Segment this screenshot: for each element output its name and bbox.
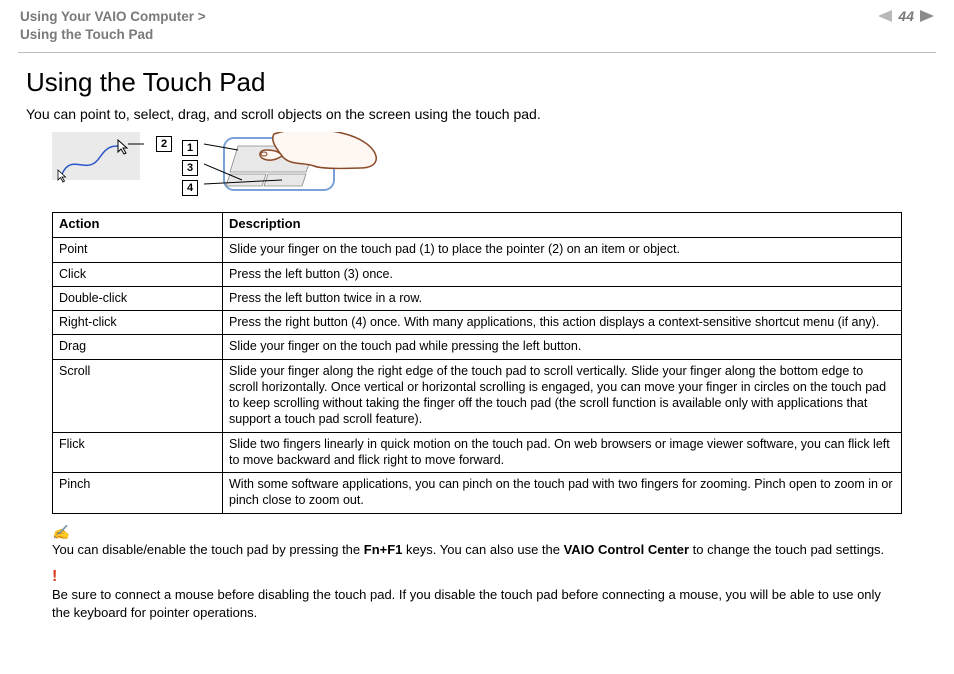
touchpad-svg [204, 132, 384, 204]
col-header-action: Action [53, 213, 223, 238]
note-text: You can disable/enable the touch pad by … [52, 541, 902, 559]
cell-action: Double-click [53, 286, 223, 310]
cell-action: Scroll [53, 359, 223, 432]
cell-action: Drag [53, 335, 223, 359]
note-icon: ✍ [52, 524, 902, 541]
next-page-icon[interactable] [920, 10, 934, 22]
touchpad-figure: 2 1 3 4 [52, 132, 936, 204]
note-keys: Fn+F1 [364, 542, 403, 557]
callout-4: 4 [182, 180, 198, 196]
cell-desc: Slide your finger on the touch pad (1) t… [223, 238, 902, 262]
callout-3: 3 [182, 160, 198, 176]
cell-desc: Press the left button twice in a row. [223, 286, 902, 310]
header-rule [18, 52, 936, 53]
table-row: Double-clickPress the left button twice … [53, 286, 902, 310]
cell-action: Click [53, 262, 223, 286]
table-row: Right-clickPress the right button (4) on… [53, 311, 902, 335]
callout-column: 1 3 4 [182, 140, 198, 196]
page-number: 44 [898, 8, 914, 24]
warning-icon: ! [52, 568, 902, 586]
cell-desc: Press the left button (3) once. [223, 262, 902, 286]
page-header: Using Your VAIO Computer > Using the Tou… [18, 8, 936, 50]
intro-text: You can point to, select, drag, and scro… [26, 106, 928, 122]
cell-action: Pinch [53, 473, 223, 514]
table-row: DragSlide your finger on the touch pad w… [53, 335, 902, 359]
cell-desc: Slide your finger on the touch pad while… [223, 335, 902, 359]
table-row: PointSlide your finger on the touch pad … [53, 238, 902, 262]
table-row: FlickSlide two fingers linearly in quick… [53, 432, 902, 473]
actions-table: Action Description PointSlide your finge… [52, 212, 902, 513]
callout-2: 2 [156, 136, 172, 152]
col-header-description: Description [223, 213, 902, 238]
page-number-nav: 44 [878, 8, 934, 24]
page-title: Using the Touch Pad [26, 67, 928, 98]
note-center: VAIO Control Center [564, 542, 689, 557]
cell-desc: Slide your finger along the right edge o… [223, 359, 902, 432]
actions-table-wrap: Action Description PointSlide your finge… [52, 212, 902, 513]
figure-touchpad-panel: 1 3 4 [182, 132, 384, 204]
cell-action: Point [53, 238, 223, 262]
table-row: ClickPress the left button (3) once. [53, 262, 902, 286]
cell-desc: With some software applications, you can… [223, 473, 902, 514]
warning-text: Be sure to connect a mouse before disabl… [52, 586, 902, 621]
callout-1: 1 [182, 140, 198, 156]
document-page: Using Your VAIO Computer > Using the Tou… [0, 0, 954, 649]
table-header-row: Action Description [53, 213, 902, 238]
note-middle: keys. You can also use the [402, 542, 563, 557]
figure-pointer-panel [52, 132, 162, 199]
note-suffix: to change the touch pad settings. [689, 542, 884, 557]
prev-page-icon[interactable] [878, 10, 892, 22]
cell-action: Right-click [53, 311, 223, 335]
breadcrumb: Using Your VAIO Computer > Using the Tou… [20, 8, 206, 44]
note-prefix: You can disable/enable the touch pad by … [52, 542, 364, 557]
table-row: PinchWith some software applications, yo… [53, 473, 902, 514]
breadcrumb-line2: Using the Touch Pad [20, 27, 153, 42]
breadcrumb-line1: Using Your VAIO Computer > [20, 9, 206, 24]
table-row: ScrollSlide your finger along the right … [53, 359, 902, 432]
cell-desc: Press the right button (4) once. With ma… [223, 311, 902, 335]
cell-desc: Slide two fingers linearly in quick moti… [223, 432, 902, 473]
cell-action: Flick [53, 432, 223, 473]
